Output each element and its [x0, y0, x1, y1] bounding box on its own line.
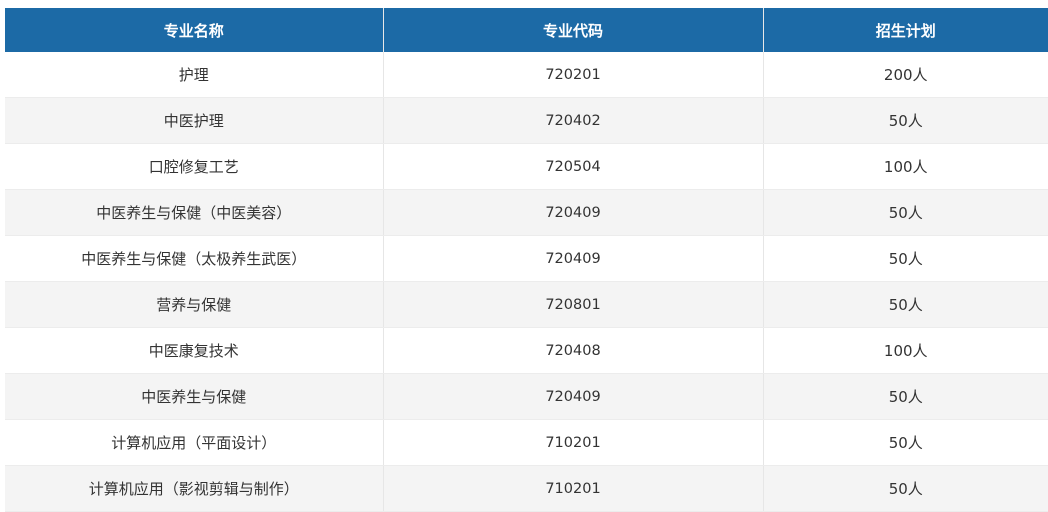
cell-major-name: 计算机应用（平面设计）: [5, 419, 384, 466]
table-row: 护理 720201 200人: [5, 52, 1048, 98]
table-header-row: 专业名称 专业代码 招生计划: [5, 8, 1048, 52]
header-major-code: 专业代码: [383, 8, 764, 52]
cell-major-name: 中医养生与保健（中医美容）: [5, 189, 384, 236]
cell-major-code: 720504: [383, 143, 764, 190]
cell-enrollment-plan: 100人: [763, 143, 1048, 190]
table-row: 口腔修复工艺 720504 100人: [5, 143, 1048, 190]
header-enrollment-plan: 招生计划: [763, 8, 1048, 52]
cell-major-code: 710201: [383, 419, 764, 466]
cell-enrollment-plan: 200人: [763, 52, 1048, 98]
table-row: 中医养生与保健（中医美容） 720409 50人: [5, 189, 1048, 236]
cell-major-name: 计算机应用（影视剪辑与制作）: [5, 465, 384, 512]
enrollment-plan-table: 专业名称 专业代码 招生计划 护理 720201 200人 中医护理 72040…: [5, 8, 1048, 512]
cell-enrollment-plan: 50人: [763, 235, 1048, 282]
enrollment-table-container: 专业名称 专业代码 招生计划 护理 720201 200人 中医护理 72040…: [5, 8, 1048, 512]
cell-major-name: 中医护理: [5, 97, 384, 144]
cell-major-code: 720801: [383, 281, 764, 328]
cell-enrollment-plan: 50人: [763, 373, 1048, 420]
cell-major-code: 720409: [383, 235, 764, 282]
cell-major-name: 中医养生与保健: [5, 373, 384, 420]
cell-enrollment-plan: 100人: [763, 327, 1048, 374]
cell-major-code: 720402: [383, 97, 764, 144]
cell-major-name: 中医养生与保健（太极养生武医）: [5, 235, 384, 282]
table-row: 中医养生与保健（太极养生武医） 720409 50人: [5, 235, 1048, 282]
table-row: 计算机应用（平面设计） 710201 50人: [5, 419, 1048, 466]
cell-major-name: 护理: [5, 52, 384, 98]
cell-enrollment-plan: 50人: [763, 281, 1048, 328]
cell-enrollment-plan: 50人: [763, 97, 1048, 144]
cell-major-name: 中医康复技术: [5, 327, 384, 374]
cell-major-code: 720409: [383, 189, 764, 236]
cell-major-name: 营养与保健: [5, 281, 384, 328]
header-major-name: 专业名称: [5, 8, 384, 52]
cell-enrollment-plan: 50人: [763, 419, 1048, 466]
cell-major-name: 口腔修复工艺: [5, 143, 384, 190]
table-row: 中医护理 720402 50人: [5, 97, 1048, 144]
cell-enrollment-plan: 50人: [763, 465, 1048, 512]
table-header: 专业名称 专业代码 招生计划: [5, 8, 1048, 52]
cell-major-code: 710201: [383, 465, 764, 512]
table-body: 护理 720201 200人 中医护理 720402 50人 口腔修复工艺 72…: [5, 52, 1048, 512]
cell-enrollment-plan: 50人: [763, 189, 1048, 236]
cell-major-code: 720409: [383, 373, 764, 420]
table-row: 营养与保健 720801 50人: [5, 281, 1048, 328]
cell-major-code: 720201: [383, 52, 764, 98]
table-row: 中医养生与保健 720409 50人: [5, 373, 1048, 420]
cell-major-code: 720408: [383, 327, 764, 374]
table-row: 中医康复技术 720408 100人: [5, 327, 1048, 374]
table-row: 计算机应用（影视剪辑与制作） 710201 50人: [5, 465, 1048, 512]
